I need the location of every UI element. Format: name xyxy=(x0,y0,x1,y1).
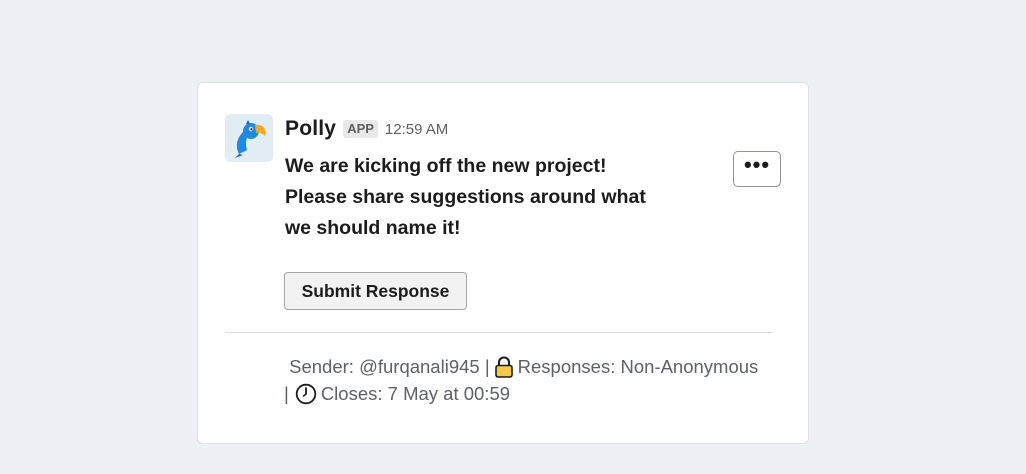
message-line: Please share suggestions around what xyxy=(285,186,646,208)
divider xyxy=(225,332,773,333)
app-badge: APP xyxy=(343,120,378,138)
parrot-logo-icon xyxy=(225,114,273,162)
message-line: We are kicking off the new project! xyxy=(285,155,607,177)
message-text: We are kicking off the new project! Plea… xyxy=(285,151,685,244)
message-timestamp[interactable]: 12:59 AM xyxy=(385,121,448,138)
separator: | xyxy=(284,383,289,404)
more-actions-button[interactable]: ••• xyxy=(733,151,781,187)
ellipsis-icon: ••• xyxy=(743,152,771,177)
message-header: Polly APP 12:59 AM xyxy=(285,117,448,141)
closes-text: Closes: 7 May at 00:59 xyxy=(320,383,511,404)
clock-icon xyxy=(295,383,317,405)
app-name[interactable]: Polly xyxy=(285,117,336,141)
polly-avatar[interactable] xyxy=(225,114,273,162)
footer-line-2: | Closes: 7 May at 00:59 xyxy=(284,380,784,407)
sender-text: Sender: @furqanali945 | xyxy=(289,356,490,377)
message-line: we should name it! xyxy=(285,217,461,239)
poll-footer: Sender: @furqanali945 | Responses: Non-A… xyxy=(284,353,784,407)
padlock-icon xyxy=(494,355,514,378)
poll-message-card: Polly APP 12:59 AM We are kicking off th… xyxy=(197,82,809,444)
submit-response-button[interactable]: Submit Response xyxy=(284,272,467,310)
responses-text: Responses: Non-Anonymous xyxy=(517,356,759,377)
footer-line-1: Sender: @furqanali945 | Responses: Non-A… xyxy=(284,353,784,380)
